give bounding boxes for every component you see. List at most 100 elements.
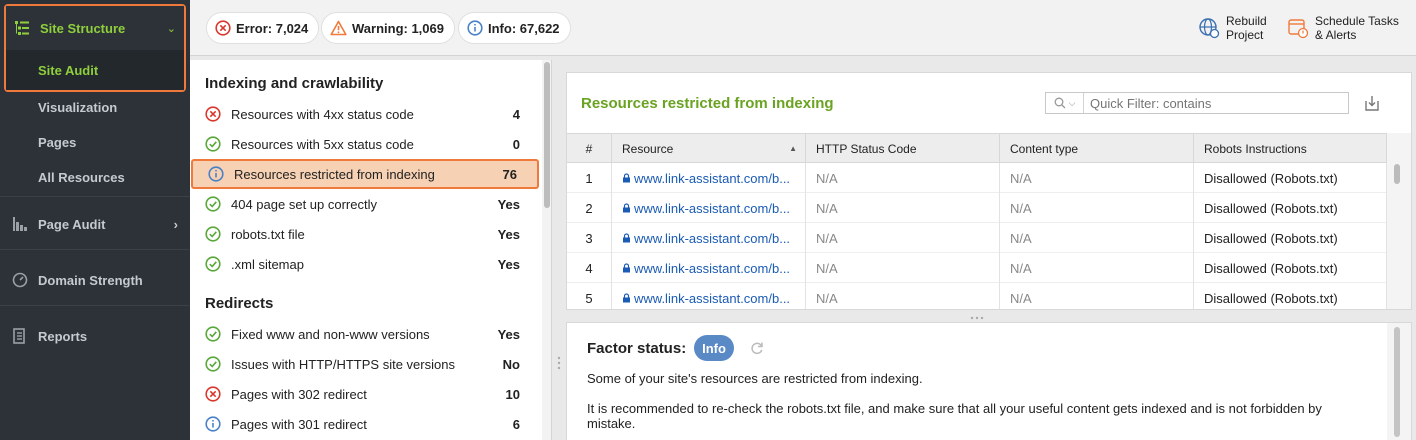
resource-link[interactable]: www.link-assistant.com/b... — [634, 231, 790, 246]
factor-value: Yes — [497, 326, 520, 342]
rebuild-label: Project — [1226, 28, 1264, 42]
sort-ascending-icon: ▲ — [789, 144, 797, 153]
column-header-http-status[interactable]: HTTP Status Code — [806, 134, 1000, 163]
factor-value: 0 — [512, 136, 520, 152]
sidebar-item-label: Page Audit — [38, 216, 106, 232]
cell-http-status: N/A — [806, 163, 1000, 193]
export-icon[interactable] — [1362, 93, 1382, 113]
error-count: Error: 7,024 — [236, 20, 309, 36]
cell-robots: Disallowed (Robots.txt) — [1194, 163, 1387, 193]
cell-http-status: N/A — [806, 253, 1000, 283]
column-header-content-type[interactable]: Content type — [1000, 134, 1194, 163]
cell-resource[interactable]: www.link-assistant.com/b... — [612, 163, 806, 193]
factor-row[interactable]: Resources restricted from indexing 76 — [191, 159, 539, 189]
column-header-number[interactable]: # — [567, 134, 612, 163]
table-row[interactable]: 2 www.link-assistant.com/b... N/A N/A Disall… — [567, 193, 1387, 223]
factor-label: Pages with 301 redirect — [231, 416, 367, 432]
factor-row[interactable]: Pages with 301 redirect 6 — [190, 409, 540, 439]
factor-row[interactable]: Fixed www and non-www versions Yes — [190, 319, 540, 349]
error-icon — [205, 386, 221, 402]
cell-resource[interactable]: www.link-assistant.com/b... — [612, 193, 806, 223]
factor-row[interactable]: robots.txt file Yes — [190, 219, 540, 249]
table-row[interactable]: 5 www.link-assistant.com/b... N/A N/A Disall… — [567, 283, 1387, 309]
scrollbar-thumb[interactable] — [544, 62, 550, 208]
cell-robots: Disallowed (Robots.txt) — [1194, 283, 1387, 309]
sidebar-item-visualization[interactable]: Visualization — [0, 90, 190, 124]
table-row[interactable]: 3 www.link-assistant.com/b... N/A N/A Disall… — [567, 223, 1387, 253]
factor-label: Fixed www and non-www versions — [231, 326, 430, 342]
section-title: Redirects — [205, 295, 274, 312]
sidebar-item-reports[interactable]: Reports — [0, 319, 190, 353]
sidebar-item-page-audit[interactable]: Page Audit › — [0, 207, 190, 241]
vertical-splitter[interactable] — [552, 60, 566, 440]
column-header-label: Resource — [622, 141, 674, 156]
table-row[interactable]: 4 www.link-assistant.com/b... N/A N/A Disall… — [567, 253, 1387, 283]
factor-row[interactable]: 404 page set up correctly Yes — [190, 189, 540, 219]
sidebar-item-all-resources[interactable]: All Resources — [0, 160, 190, 194]
scrollbar-thumb[interactable] — [1394, 164, 1400, 184]
cell-resource[interactable]: www.link-assistant.com/b... — [612, 253, 806, 283]
lock-icon — [623, 233, 630, 243]
error-count-pill[interactable]: Error: 7,024 — [206, 12, 320, 44]
factor-label: robots.txt file — [231, 226, 305, 242]
chevron-down-icon: ⌄ — [166, 22, 176, 35]
scrollbar-thumb[interactable] — [1394, 327, 1400, 437]
sidebar-item-site-structure[interactable]: Site Structure ⌄ — [6, 6, 184, 50]
cell-http-status: N/A — [806, 223, 1000, 253]
sidebar-item-label: Site Audit — [38, 62, 99, 78]
factor-value: 6 — [512, 416, 520, 432]
column-header-robots[interactable]: Robots Instructions — [1194, 134, 1387, 163]
check-circle-icon — [205, 256, 221, 272]
quick-filter-input[interactable] — [1084, 95, 1344, 111]
cell-resource[interactable]: www.link-assistant.com/b... — [612, 223, 806, 253]
factor-status-panel: Factor status: Info Some of your site's … — [566, 322, 1412, 440]
check-circle-icon — [205, 196, 221, 212]
cell-number: 5 — [567, 283, 612, 309]
warning-count-pill[interactable]: Warning: 1,069 — [321, 12, 455, 44]
horizontal-splitter-handle[interactable] — [969, 316, 985, 320]
scrollbar[interactable] — [1387, 133, 1411, 309]
sidebar-item-domain-strength[interactable]: Domain Strength — [0, 263, 190, 297]
filter-search-dropdown[interactable]: ⌵ — [1046, 93, 1084, 113]
rebuild-project-button[interactable]: Rebuild Project — [1198, 14, 1267, 42]
factor-row[interactable]: Pages with 302 redirect 10 — [190, 379, 540, 409]
cell-number: 1 — [567, 163, 612, 193]
factor-label: 404 page set up correctly — [231, 196, 377, 212]
status-badge: Info — [694, 335, 734, 361]
cell-content-type: N/A — [1000, 253, 1194, 283]
scrollbar[interactable] — [1387, 323, 1411, 440]
factor-value: 4 — [512, 106, 520, 122]
column-header-resource[interactable]: Resource ▲ — [612, 134, 806, 163]
info-icon — [205, 416, 221, 432]
sidebar-item-label: Visualization — [38, 99, 118, 115]
factor-row[interactable]: Issues with HTTP/HTTPS site versions No — [190, 349, 540, 379]
factor-row[interactable]: .xml sitemap Yes — [190, 249, 540, 279]
schedule-tasks-button[interactable]: Schedule Tasks & Alerts — [1287, 14, 1399, 42]
cell-http-status: N/A — [806, 283, 1000, 309]
resource-link[interactable]: www.link-assistant.com/b... — [634, 291, 790, 306]
resource-link[interactable]: www.link-assistant.com/b... — [634, 171, 790, 186]
cell-http-status: N/A — [806, 193, 1000, 223]
info-count: Info: 67,622 — [488, 20, 560, 36]
sidebar-item-site-audit[interactable]: Site Audit — [6, 50, 184, 90]
factor-row[interactable]: Resources with 5xx status code 0 — [190, 129, 540, 159]
sidebar-item-pages[interactable]: Pages — [0, 125, 190, 159]
factor-list-panel: Indexing and crawlability Redirects Reso… — [190, 60, 552, 440]
gauge-icon — [12, 272, 28, 288]
site-structure-icon — [14, 20, 30, 36]
factor-label: Resources with 5xx status code — [231, 136, 414, 152]
sidebar-item-label: All Resources — [38, 169, 125, 185]
check-circle-icon — [205, 326, 221, 342]
resource-link[interactable]: www.link-assistant.com/b... — [634, 201, 790, 216]
info-count-pill[interactable]: Info: 67,622 — [458, 12, 571, 44]
factor-row[interactable]: Resources with 4xx status code 4 — [190, 99, 540, 129]
scrollbar[interactable] — [542, 60, 551, 440]
schedule-label: Schedule Tasks — [1315, 14, 1399, 28]
quick-filter[interactable]: ⌵ — [1045, 92, 1349, 114]
table-row[interactable]: 1 www.link-assistant.com/b... N/A N/A Disall… — [567, 163, 1387, 193]
cell-resource[interactable]: www.link-assistant.com/b... — [612, 283, 806, 309]
lock-icon — [623, 203, 630, 213]
lock-icon — [623, 173, 630, 183]
refresh-icon[interactable] — [749, 340, 765, 356]
resource-link[interactable]: www.link-assistant.com/b... — [634, 261, 790, 276]
